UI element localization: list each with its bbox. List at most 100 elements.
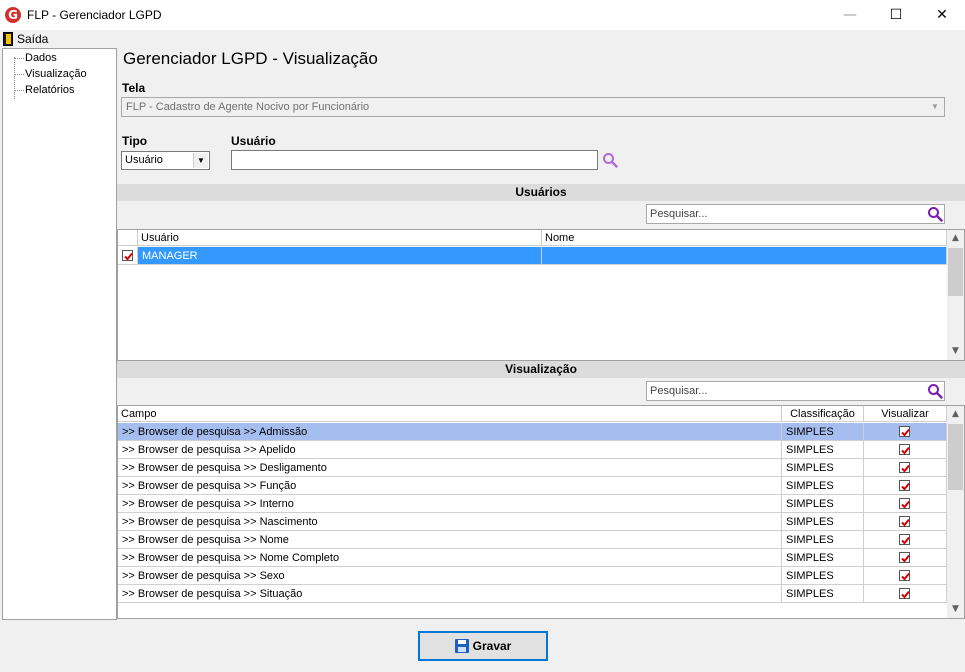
classificacao-cell: SIMPLES xyxy=(782,423,864,441)
table-row[interactable]: >> Browser de pesquisa >> Apelido SIMPLES xyxy=(118,441,947,459)
campo-cell: >> Browser de pesquisa >> Apelido xyxy=(118,441,782,459)
classificacao-cell: SIMPLES xyxy=(782,513,864,531)
visualizar-checkbox[interactable] xyxy=(899,588,910,599)
column-header-usuario[interactable]: Usuário xyxy=(138,230,542,246)
table-row[interactable]: >> Browser de pesquisa >> Admissão SIMPLE… xyxy=(118,423,947,441)
visualizar-cell[interactable] xyxy=(864,585,947,603)
menu-bar: Saída xyxy=(0,30,965,47)
scroll-up-icon[interactable]: ▲ xyxy=(947,230,964,247)
floppy-disk-icon xyxy=(454,639,469,653)
tipo-select[interactable]: Usuário ▼ xyxy=(121,151,210,170)
visualizar-checkbox[interactable] xyxy=(899,498,910,509)
campo-cell: >> Browser de pesquisa >> Desligamento xyxy=(118,459,782,477)
visualizar-cell[interactable] xyxy=(864,459,947,477)
tela-label: Tela xyxy=(122,81,146,95)
classificacao-cell: SIMPLES xyxy=(782,585,864,603)
visualizar-checkbox[interactable] xyxy=(899,516,910,527)
table-row[interactable]: MANAGER xyxy=(118,247,947,265)
campo-cell: >> Browser de pesquisa >> Situação xyxy=(118,585,782,603)
classificacao-cell: SIMPLES xyxy=(782,477,864,495)
users-search-input[interactable]: Pesquisar... xyxy=(646,204,945,224)
sidebar-item-relatorios[interactable]: Relatórios xyxy=(14,83,75,98)
view-search-input[interactable]: Pesquisar... xyxy=(646,381,945,401)
visualizar-cell[interactable] xyxy=(864,441,947,459)
visualizar-checkbox[interactable] xyxy=(899,552,910,563)
sidebar-item-label: Relatórios xyxy=(25,84,75,96)
sidebar-item-dados[interactable]: Dados xyxy=(14,51,57,66)
column-header-visualizar[interactable]: Visualizar xyxy=(864,406,947,422)
users-grid-header: Usuário Nome xyxy=(118,230,947,246)
window-title: FLP - Gerenciador LGPD xyxy=(27,8,162,22)
column-header-classificacao[interactable]: Classificação xyxy=(782,406,864,422)
minimize-button[interactable]: — xyxy=(827,0,873,30)
exit-menu-item[interactable]: Saída xyxy=(3,30,48,47)
tela-select[interactable]: FLP - Cadastro de Agente Nocivo por Func… xyxy=(121,97,945,117)
visualizar-cell[interactable] xyxy=(864,495,947,513)
view-scrollbar[interactable]: ▲ ▼ xyxy=(947,406,964,618)
table-row[interactable]: >> Browser de pesquisa >> Função SIMPLES xyxy=(118,477,947,495)
campo-cell: >> Browser de pesquisa >> Nome xyxy=(118,531,782,549)
campo-cell: >> Browser de pesquisa >> Admissão xyxy=(118,423,782,441)
tipo-label: Tipo xyxy=(122,134,148,148)
visualizar-checkbox[interactable] xyxy=(899,480,910,491)
row-check-cell[interactable] xyxy=(118,247,138,265)
scroll-thumb[interactable] xyxy=(948,424,963,490)
maximize-button[interactable]: ☐ xyxy=(873,0,919,30)
visualizar-cell[interactable] xyxy=(864,567,947,585)
save-button-label: Gravar xyxy=(472,639,512,653)
campo-cell: >> Browser de pesquisa >> Sexo xyxy=(118,567,782,585)
search-icon[interactable] xyxy=(927,206,943,222)
visualizar-cell[interactable] xyxy=(864,423,947,441)
page-title: Gerenciador LGPD - Visualização xyxy=(123,49,378,68)
search-icon[interactable] xyxy=(927,383,943,399)
table-row[interactable]: >> Browser de pesquisa >> Sexo SIMPLES xyxy=(118,567,947,585)
visualizar-checkbox[interactable] xyxy=(899,570,910,581)
save-button[interactable]: Gravar xyxy=(418,631,548,661)
table-row[interactable]: >> Browser de pesquisa >> Desligamento SI… xyxy=(118,459,947,477)
sidebar-tree: Dados Visualização Relatórios xyxy=(2,48,117,620)
classificacao-cell: SIMPLES xyxy=(782,495,864,513)
app-logo-icon: G xyxy=(5,7,21,23)
campo-cell: >> Browser de pesquisa >> Nascimento xyxy=(118,513,782,531)
table-row[interactable]: >> Browser de pesquisa >> Situação SIMPLE… xyxy=(118,585,947,603)
close-button[interactable]: ✕ xyxy=(919,0,965,30)
table-row[interactable]: >> Browser de pesquisa >> Interno SIMPLES xyxy=(118,495,947,513)
table-row[interactable]: >> Browser de pesquisa >> Nascimento SIMP… xyxy=(118,513,947,531)
visualizar-cell[interactable] xyxy=(864,549,947,567)
visualizar-cell[interactable] xyxy=(864,477,947,495)
column-header-campo[interactable]: Campo xyxy=(118,406,782,422)
users-grid: Usuário Nome MANAGER ▲ ▼ xyxy=(117,229,965,361)
classificacao-cell: SIMPLES xyxy=(782,567,864,585)
row-checkbox[interactable] xyxy=(122,250,133,261)
visualizar-checkbox[interactable] xyxy=(899,444,910,455)
column-header-check[interactable] xyxy=(118,230,138,246)
table-row[interactable]: >> Browser de pesquisa >> Nome Completo S… xyxy=(118,549,947,567)
visualizar-cell[interactable] xyxy=(864,531,947,549)
usuario-input[interactable] xyxy=(231,150,598,170)
visualizar-cell[interactable] xyxy=(864,513,947,531)
sidebar-item-label: Dados xyxy=(25,52,57,64)
exit-door-icon xyxy=(3,31,13,46)
tipo-select-value: Usuário xyxy=(125,154,163,166)
users-scrollbar[interactable]: ▲ ▼ xyxy=(947,230,964,360)
nome-cell xyxy=(542,247,947,265)
classificacao-cell: SIMPLES xyxy=(782,549,864,567)
users-section-header: Usuários xyxy=(117,184,965,201)
scroll-down-icon[interactable]: ▼ xyxy=(947,601,964,618)
column-header-nome[interactable]: Nome xyxy=(542,230,947,246)
visualizar-checkbox[interactable] xyxy=(899,426,910,437)
visualizar-checkbox[interactable] xyxy=(899,534,910,545)
scroll-up-icon[interactable]: ▲ xyxy=(947,406,964,423)
title-bar: G FLP - Gerenciador LGPD — ☐ ✕ xyxy=(0,0,965,30)
visualizar-checkbox[interactable] xyxy=(899,462,910,473)
scroll-down-icon[interactable]: ▼ xyxy=(947,343,964,360)
chevron-down-icon: ▼ xyxy=(193,153,208,168)
usuario-cell: MANAGER xyxy=(138,247,542,265)
view-grid-header: Campo Classificação Visualizar xyxy=(118,406,947,422)
search-icon[interactable] xyxy=(602,152,618,168)
scroll-thumb[interactable] xyxy=(948,248,963,296)
table-row[interactable]: >> Browser de pesquisa >> Nome SIMPLES xyxy=(118,531,947,549)
classificacao-cell: SIMPLES xyxy=(782,441,864,459)
campo-cell: >> Browser de pesquisa >> Função xyxy=(118,477,782,495)
sidebar-item-visualizacao[interactable]: Visualização xyxy=(14,67,87,82)
